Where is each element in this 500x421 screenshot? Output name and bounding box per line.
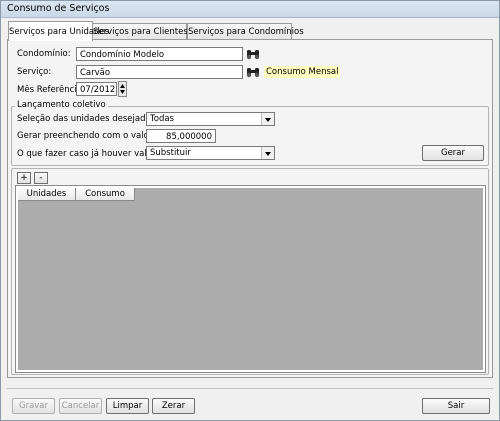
footer-separator	[7, 388, 493, 389]
sair-button[interactable]: Sair	[422, 398, 490, 414]
condominio-label: Condomínio:	[17, 49, 71, 59]
zerar-button-label: Zerar	[161, 401, 186, 411]
tab-servicos-condominios[interactable]: Serviços para Condomínios	[187, 23, 304, 40]
column-header-consumo[interactable]: Consumo	[76, 188, 135, 201]
lancamento-coletivo-legend: Lançamento coletivo	[15, 100, 108, 110]
remove-row-button[interactable]: -	[34, 172, 48, 184]
servico-label: Serviço:	[17, 67, 52, 77]
limpar-button-label: Limpar	[112, 401, 143, 411]
chevron-down-icon[interactable]	[261, 147, 274, 159]
column-header-unidades[interactable]: Unidades	[18, 188, 76, 201]
fazer-value: Substituir	[150, 148, 191, 158]
cancelar-button[interactable]: Cancelar	[59, 398, 102, 414]
mes-referencia-label: Mês Referência:	[17, 85, 85, 95]
tab-servicos-unidades[interactable]: Serviços para Unidades	[8, 21, 109, 41]
main-window: Consumo de Serviços Serviços para Unidad…	[0, 0, 500, 421]
sair-button-label: Sair	[447, 401, 465, 411]
selecao-value: Todas	[150, 114, 174, 124]
gerar-button-label: Gerar	[440, 148, 465, 158]
chevron-down-icon[interactable]	[261, 113, 274, 125]
data-grid[interactable]: Unidades Consumo	[15, 185, 486, 373]
condominio-field[interactable]: Condomínio Modelo	[76, 47, 243, 61]
gerar-valor-field[interactable]: 85,000000	[146, 129, 216, 143]
selecao-label: Seleção das unidades desejadas:	[17, 114, 158, 124]
binoculars-icon[interactable]	[245, 47, 261, 61]
limpar-button[interactable]: Limpar	[106, 398, 149, 414]
zerar-button[interactable]: Zerar	[152, 398, 195, 414]
mes-referencia-field[interactable]: 07/2012	[76, 82, 117, 96]
cancelar-button-label: Cancelar	[61, 401, 100, 411]
window-title: Consumo de Serviços	[7, 3, 110, 14]
servico-hint: Consumo Mensal	[264, 66, 341, 78]
add-row-button[interactable]: +	[17, 172, 31, 184]
mes-spinner[interactable]	[118, 81, 127, 97]
gravar-button[interactable]: Gravar	[12, 398, 55, 414]
grid-body: Unidades Consumo	[18, 188, 483, 370]
title-bar: Consumo de Serviços	[1, 1, 499, 18]
servico-field[interactable]: Carvão	[76, 65, 243, 79]
selecao-select[interactable]: Todas	[146, 112, 275, 126]
gerar-button[interactable]: Gerar	[422, 145, 484, 161]
fazer-select[interactable]: Substituir	[146, 146, 275, 160]
gerar-valor-label: Gerar preenchendo com o valor:	[17, 131, 156, 141]
binoculars-icon[interactable]	[245, 65, 261, 79]
gravar-button-label: Gravar	[18, 401, 49, 411]
tab-panel: Condomínio: Condomínio Modelo Serviço: C…	[7, 39, 493, 378]
